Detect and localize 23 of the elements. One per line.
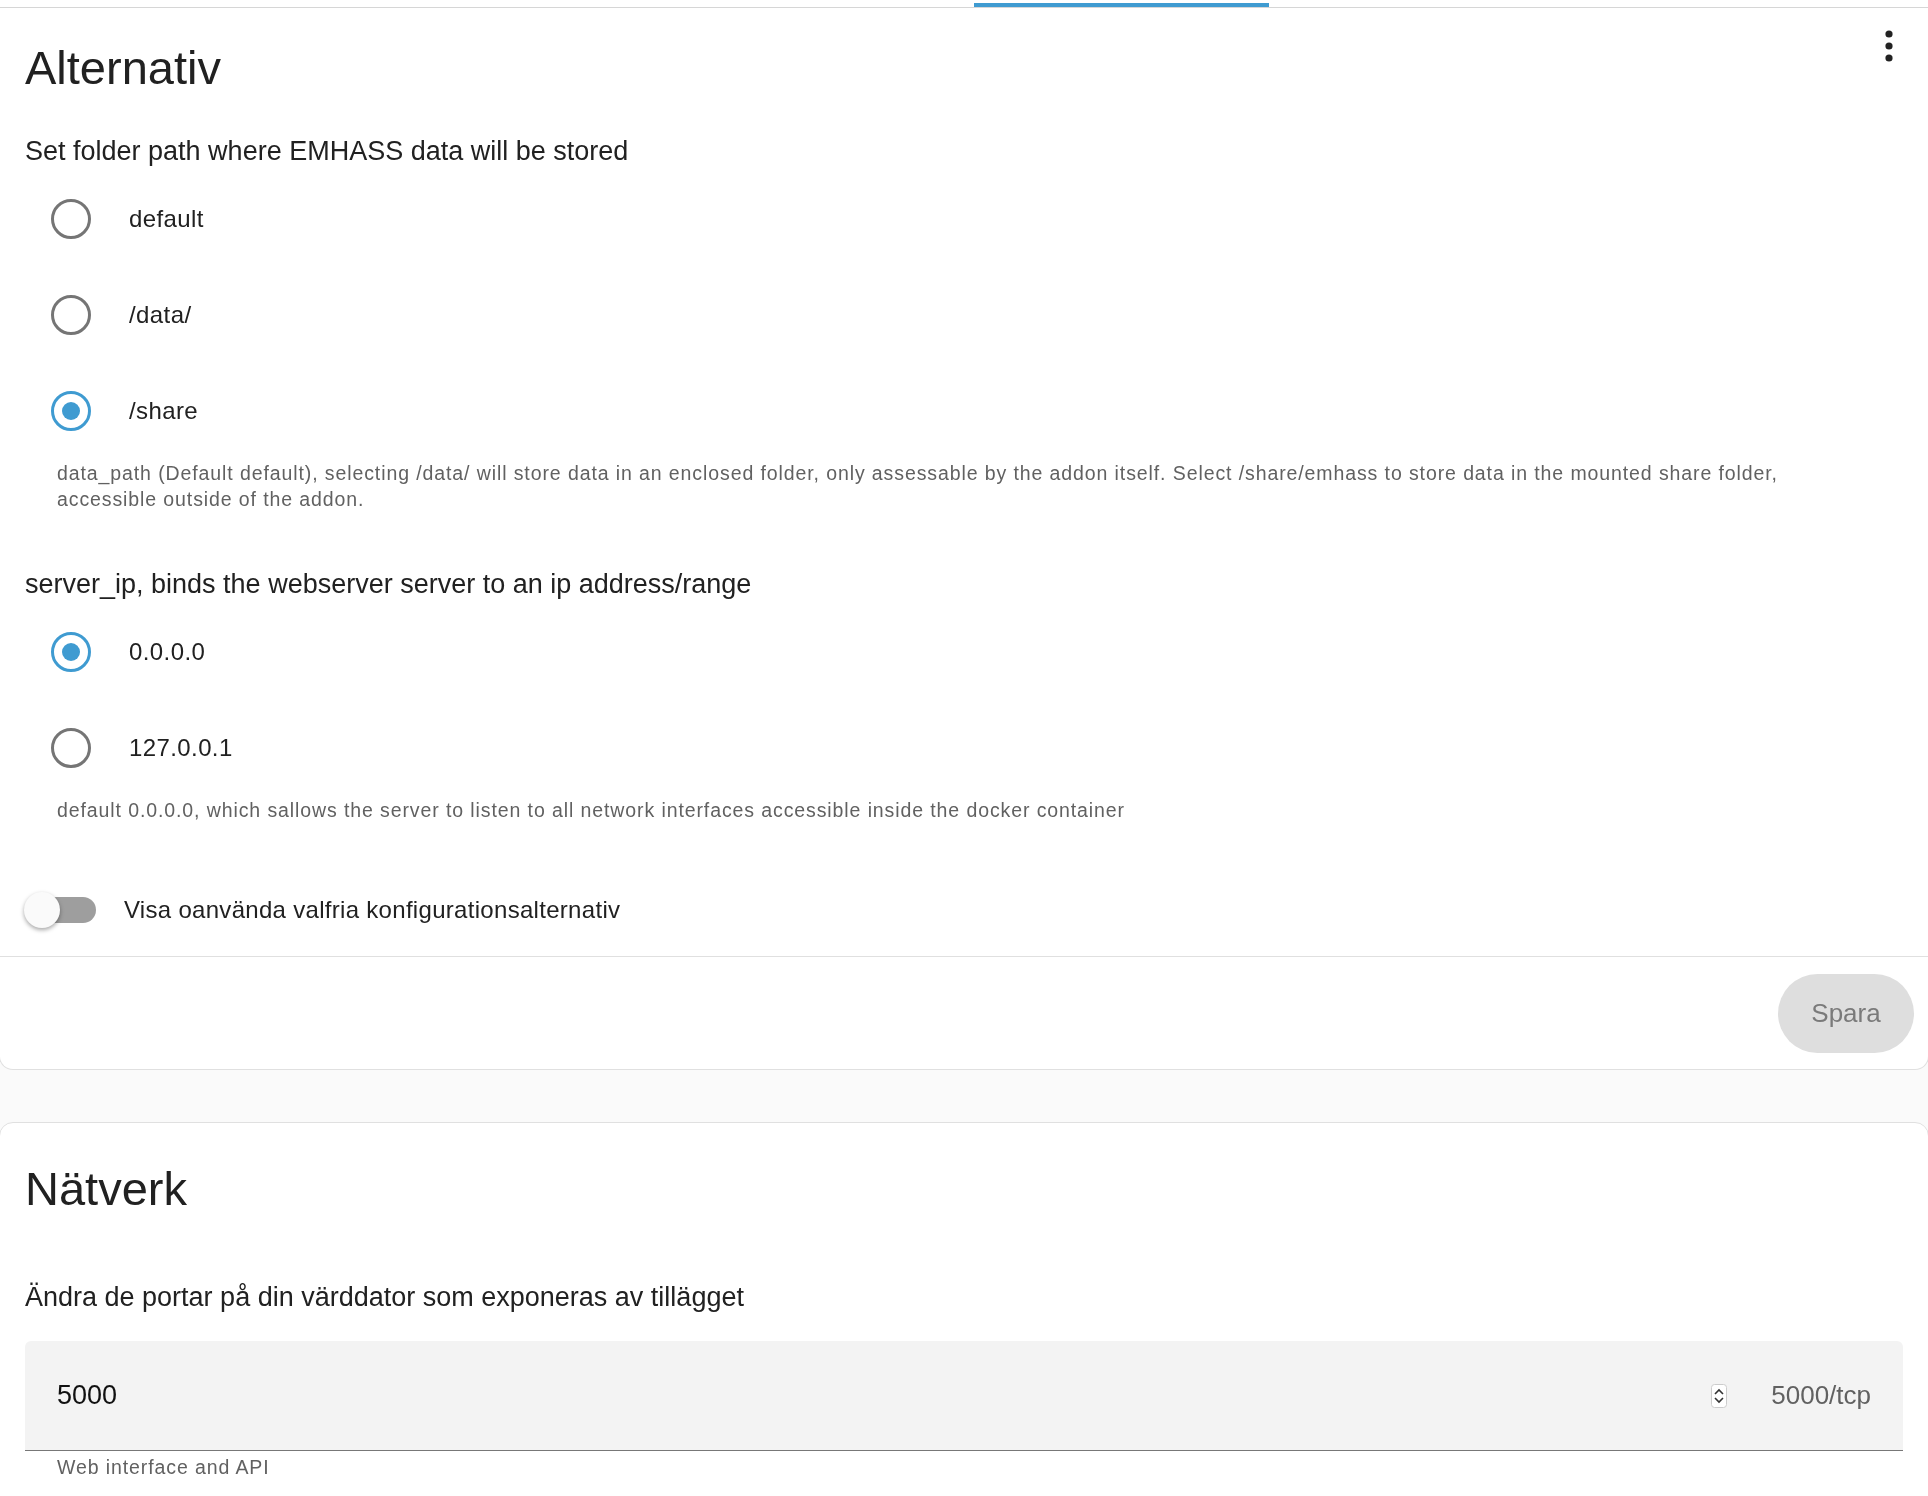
option-label: server_ip, binds the webserver server to an ip address/range xyxy=(24,568,753,600)
radio-button[interactable] xyxy=(51,632,91,672)
radio-button[interactable] xyxy=(51,391,91,431)
description-text: Ändra de portar på din värddator som exponeras av tillägget xyxy=(24,1281,745,1313)
help-text: Web interface and API xyxy=(56,1455,271,1479)
card-title: Nätverk xyxy=(24,1161,188,1212)
toggle-label: Visa oanvända valfria konfigurationsalternativ xyxy=(124,895,621,924)
radio-label[interactable]: /data/ xyxy=(129,301,192,329)
help-text: data_path (Default default), selecting /data/ will store data in an enclosed folder, only assessable by the addon itself. Select /share/emhass to store data in the mounted share folder, accessible outside of the addon. xyxy=(56,461,1779,512)
option-label: Set folder path where EMHASS data will be stored xyxy=(24,135,630,167)
radio-button[interactable] xyxy=(51,295,91,335)
radio-button[interactable] xyxy=(51,199,91,239)
card-title: Alternativ xyxy=(25,40,221,91)
radio-label[interactable]: 0.0.0.0 xyxy=(129,638,206,666)
spinner-icon[interactable] xyxy=(1711,1383,1728,1408)
field-suffix: 5000/tcp xyxy=(1771,1380,1871,1411)
radio-label[interactable]: default xyxy=(129,205,204,233)
radio-label[interactable]: 127.0.0.1 xyxy=(129,734,233,762)
radio-label[interactable]: /share xyxy=(129,397,199,425)
radio-button[interactable] xyxy=(51,728,91,768)
port-field[interactable]: 5000 5000/tcp xyxy=(25,1341,1903,1451)
help-text: default 0.0.0.0, which sallows the server to listen to all network interfaces accessible inside the docker container xyxy=(56,798,1126,823)
more-menu-icon[interactable] xyxy=(1884,30,1894,62)
